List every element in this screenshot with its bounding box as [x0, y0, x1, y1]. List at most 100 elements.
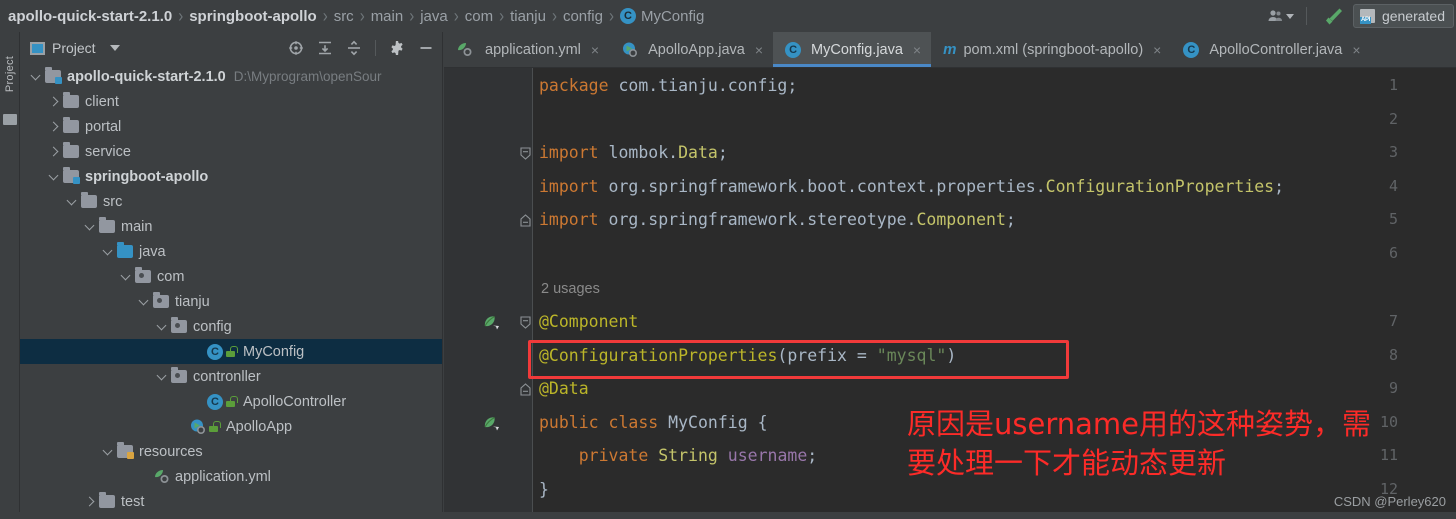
- chevron-down-icon[interactable]: [102, 245, 115, 258]
- chevron-right-icon[interactable]: [48, 145, 61, 158]
- expand-all-icon[interactable]: [317, 40, 333, 56]
- chevron-down-icon[interactable]: [138, 295, 151, 308]
- watermark: CSDN @Perley620: [1333, 494, 1446, 509]
- editor-tab-pom-xml-springboot-apollo-[interactable]: m pom.xml (springboot-apollo) ×: [931, 32, 1171, 67]
- spring-yaml-icon: [155, 470, 169, 483]
- code-token: @ConfigurationProperties: [539, 345, 778, 365]
- spring-boot-class-icon: [623, 42, 638, 57]
- editor-tab-label: ApolloController.java: [1209, 41, 1343, 58]
- breadcrumb-item-main[interactable]: main: [371, 8, 404, 25]
- breadcrumb-item-label: java: [420, 7, 448, 25]
- code-line-4: import org.springframework.boot.context.…: [539, 177, 1284, 196]
- resources-badge: [127, 452, 134, 459]
- editor-gutter[interactable]: [444, 68, 533, 519]
- breadcrumb-item-springboot-apollo[interactable]: springboot-apollo: [189, 8, 316, 25]
- editor-tab-apollocontroller-java[interactable]: C ApolloController.java ×: [1171, 32, 1370, 67]
- code-token: Component: [916, 210, 1006, 229]
- build-project-button[interactable]: [1315, 5, 1353, 27]
- close-icon[interactable]: ×: [591, 42, 599, 58]
- breadcrumb-item-label: springboot-apollo: [189, 7, 317, 25]
- chevron-down-icon[interactable]: [30, 70, 43, 83]
- package-dot: [175, 323, 180, 328]
- chevron-right-icon[interactable]: [48, 120, 61, 133]
- code-fold-collapse-icon[interactable]: [520, 316, 531, 329]
- chevron-down-icon[interactable]: [48, 170, 61, 183]
- tree-node-label: com: [157, 268, 185, 285]
- project-tree[interactable]: apollo-quick-start-2.1.0 D:\Myprogram\ope…: [20, 64, 442, 514]
- code-line-7: @Component: [539, 312, 638, 331]
- chevron-right-icon[interactable]: [48, 95, 61, 108]
- tree-node[interactable]: C ApolloController: [20, 389, 442, 414]
- tree-node[interactable]: resources: [20, 439, 442, 464]
- breadcrumb-item-tianju[interactable]: tianju: [510, 8, 546, 25]
- chevron-down-icon[interactable]: [156, 370, 169, 383]
- tree-node[interactable]: com: [20, 264, 442, 289]
- tree-node[interactable]: test: [20, 489, 442, 514]
- chevron-down-icon[interactable]: [120, 270, 133, 283]
- tree-node[interactable]: src: [20, 189, 442, 214]
- code-token: org.springframework.boot.context.propert…: [598, 176, 1046, 196]
- settings-gear-icon[interactable]: [389, 40, 405, 56]
- spring-bean-gutter-icon[interactable]: [482, 415, 499, 432]
- close-icon[interactable]: ×: [1153, 42, 1161, 58]
- code-fold-collapse-icon[interactable]: [520, 147, 531, 160]
- tree-node[interactable]: config: [20, 314, 442, 339]
- breadcrumb-item-config[interactable]: config: [563, 8, 603, 25]
- inlay-hint-usages[interactable]: 2 usages: [541, 281, 600, 297]
- code-fold-end-icon[interactable]: [520, 214, 531, 227]
- editor-tab-myconfig-java[interactable]: C MyConfig.java ×: [773, 32, 932, 67]
- editor-tab-apolloapp-java[interactable]: ApolloApp.java ×: [609, 32, 773, 67]
- tree-node-label: main: [121, 218, 153, 235]
- tree-node[interactable]: springboot-apollo: [20, 164, 442, 189]
- public-access-icon: [226, 346, 238, 357]
- generate-button[interactable]: generated: [1352, 4, 1454, 28]
- breadcrumb-item-myconfig[interactable]: C MyConfig: [619, 8, 704, 25]
- tree-node[interactable]: client: [20, 89, 442, 114]
- tree-node-selected[interactable]: C MyConfig: [20, 339, 442, 364]
- editor-tab-bar[interactable]: application.yml × ApolloApp.java × C MyConfig…: [444, 32, 1456, 68]
- folder-icon: [81, 192, 97, 208]
- folder-icon: [63, 142, 79, 158]
- tree-node[interactable]: ApolloApp: [20, 414, 442, 439]
- tree-node[interactable]: contronller: [20, 364, 442, 389]
- chevron-down-icon[interactable]: [109, 45, 120, 51]
- spring-bean-gutter-icon[interactable]: [482, 314, 499, 331]
- tree-node[interactable]: tianju: [20, 289, 442, 314]
- code-editor[interactable]: 1 2 3 4 5 6 7 8 9 10 11 12 2 usages package com.tian…: [444, 68, 1456, 519]
- close-icon[interactable]: ×: [913, 42, 921, 58]
- code-fold-end-icon[interactable]: [520, 383, 531, 396]
- collapse-all-icon[interactable]: [346, 40, 362, 56]
- java-class-icon: C: [207, 393, 223, 410]
- tree-node[interactable]: java: [20, 239, 442, 264]
- breadcrumb-item-label: src: [333, 7, 354, 25]
- chevron-down-icon[interactable]: [66, 195, 79, 208]
- close-icon[interactable]: ×: [1352, 42, 1360, 58]
- user-account-button[interactable]: [1263, 8, 1298, 24]
- chevron-down-icon[interactable]: [102, 445, 115, 458]
- tree-node[interactable]: apollo-quick-start-2.1.0 D:\Myprogram\ope…: [20, 64, 442, 89]
- breadcrumb-item-src[interactable]: src: [334, 8, 354, 25]
- chevron-right-icon[interactable]: [84, 495, 97, 508]
- tree-node[interactable]: main: [20, 214, 442, 239]
- tree-node-label: ApolloApp: [226, 418, 293, 435]
- scroll-from-source-icon[interactable]: [288, 40, 304, 56]
- hide-panel-icon[interactable]: [418, 40, 434, 56]
- tree-node[interactable]: portal: [20, 114, 442, 139]
- breadcrumb-item-java[interactable]: java: [420, 8, 448, 25]
- code-line-11: private String username;: [539, 446, 817, 465]
- tool-window-tab-project[interactable]: Project: [4, 45, 16, 103]
- code-line-10: public class MyConfig {: [539, 413, 768, 432]
- tree-node-label: java: [139, 243, 166, 260]
- editor-tab-application-yml[interactable]: application.yml ×: [444, 32, 609, 67]
- chevron-down-icon[interactable]: [156, 320, 169, 333]
- breadcrumb-item-apollo-quick-start-2-1-0[interactable]: apollo-quick-start-2.1.0: [8, 8, 172, 25]
- breadcrumb[interactable]: apollo-quick-start-2.1.0 › springboot-apol…: [8, 5, 704, 26]
- chevron-down-icon[interactable]: [84, 220, 97, 233]
- breadcrumb-item-com[interactable]: com: [465, 8, 493, 25]
- close-icon[interactable]: ×: [755, 42, 763, 58]
- tree-node[interactable]: application.yml: [20, 464, 442, 489]
- tree-node[interactable]: service: [20, 139, 442, 164]
- code-token: ConfigurationProperties: [1045, 176, 1275, 196]
